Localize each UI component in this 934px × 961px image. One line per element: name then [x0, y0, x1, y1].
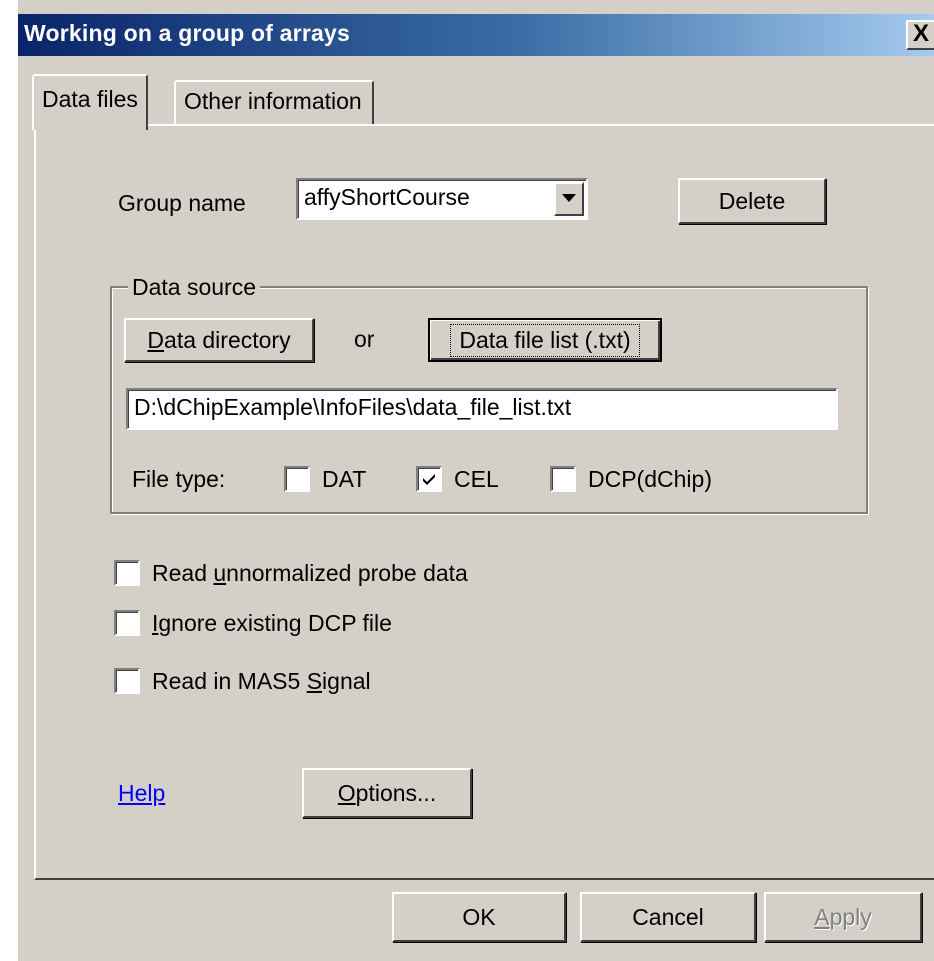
options-button-label: Options... [338, 780, 436, 807]
window-title: Working on a group of arrays [24, 20, 350, 46]
ignore-dcp-label: Ignore existing DCP file [152, 610, 392, 637]
read-unnormalized-checkbox[interactable] [114, 560, 140, 586]
option-pre: Read [152, 560, 214, 586]
data-directory-rest: ata directory [164, 326, 291, 353]
close-button[interactable]: X [906, 20, 934, 50]
mnemonic: D [147, 326, 165, 353]
option-post: gnore existing DCP file [158, 610, 392, 636]
group-name-combobox[interactable]: affyShortCourse [296, 178, 588, 220]
group-name-value: affyShortCourse [304, 184, 470, 210]
cel-checkbox[interactable] [416, 466, 442, 492]
read-mas5-checkbox[interactable] [114, 668, 140, 694]
options-button-rest: ptions... [355, 779, 437, 806]
dcp-label: DCP(dChip) [588, 466, 712, 492]
delete-button-label: Delete [718, 187, 786, 214]
or-label: or [354, 326, 375, 352]
tab-data-files-label: Data files [42, 86, 138, 112]
option-post: ignal [322, 668, 371, 694]
data-file-list-button-label: Data file list (.txt) [450, 323, 640, 357]
mnemonic: O [337, 779, 356, 806]
data-directory-button-label: Data directory [147, 327, 290, 354]
option-post: nnormalized probe data [226, 560, 468, 586]
file-type-label: File type: [132, 466, 226, 492]
ok-button-label: OK [462, 903, 496, 930]
group-name-label: Group name [118, 190, 246, 216]
dialog-window: Working on a group of arrays X Other inf… [18, 0, 934, 961]
read-mas5-label: Read in MAS5 Signal [152, 668, 371, 695]
delete-button[interactable]: Delete [678, 178, 826, 224]
checkmark-icon [423, 474, 435, 485]
option-pre: Read in MAS5 [152, 668, 307, 694]
options-button[interactable]: Options... [302, 768, 472, 818]
tab-other-information-label: Other information [184, 88, 362, 114]
close-icon: X [912, 20, 929, 47]
cancel-button[interactable]: Cancel [580, 892, 756, 942]
data-path-value: D:\dChipExample\InfoFiles\data_file_list… [134, 394, 572, 420]
tab-data-files[interactable]: Data files [32, 74, 148, 130]
dcp-checkbox[interactable] [550, 466, 576, 492]
chevron-down-icon [562, 194, 576, 202]
mnemonic: A [814, 903, 830, 930]
data-directory-button[interactable]: Data directory [124, 318, 314, 362]
apply-button-rest: pply [829, 903, 872, 930]
read-unnormalized-label: Read unnormalized probe data [152, 560, 468, 587]
tab-other-information[interactable]: Other information [174, 80, 374, 126]
ok-button[interactable]: OK [392, 892, 566, 942]
ignore-dcp-checkbox[interactable] [114, 610, 140, 636]
dat-checkbox[interactable] [284, 466, 310, 492]
cel-label: CEL [454, 466, 499, 492]
apply-button-label: Apply [814, 904, 872, 931]
help-link[interactable]: Help [118, 780, 165, 807]
dat-label: DAT [322, 466, 367, 492]
title-bar[interactable]: Working on a group of arrays X [18, 14, 934, 56]
mnemonic: u [213, 560, 227, 586]
apply-button[interactable]: Apply [764, 892, 922, 942]
mnemonic: S [306, 668, 323, 694]
data-file-list-button[interactable]: Data file list (.txt) [428, 318, 662, 362]
cancel-button-label: Cancel [632, 903, 704, 930]
data-source-legend: Data source [128, 274, 261, 301]
dropdown-button[interactable] [554, 182, 584, 216]
data-path-field[interactable]: D:\dChipExample\InfoFiles\data_file_list… [126, 388, 838, 430]
